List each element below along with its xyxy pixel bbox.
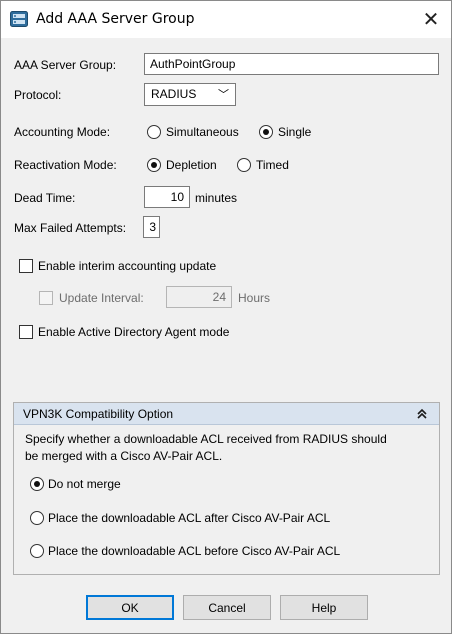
accounting-simultaneous-label: Simultaneous <box>166 125 239 139</box>
vpn3k-panel-header[interactable]: VPN3K Compatibility Option <box>14 403 439 425</box>
acl-before-label: Place the downloadable ACL before Cisco … <box>48 544 341 558</box>
update-interval-input[interactable]: 24 <box>166 286 232 308</box>
dead-time-input[interactable]: 10 <box>144 186 190 208</box>
interim-update-checkbox[interactable] <box>19 259 33 273</box>
acl-after-label: Place the downloadable ACL after Cisco A… <box>48 511 331 525</box>
vpn3k-panel-title: VPN3K Compatibility Option <box>23 407 174 421</box>
help-button[interactable]: Help <box>280 595 368 620</box>
vpn3k-compatibility-panel: VPN3K Compatibility Option Specify wheth… <box>13 402 440 575</box>
aaa-server-group-icon <box>10 11 28 27</box>
collapse-up-icon[interactable] <box>414 406 430 422</box>
server-group-input[interactable]: AuthPointGroup <box>144 53 439 75</box>
accounting-mode-label: Accounting Mode: <box>14 125 111 139</box>
title-bar: Add AAA Server Group ✕ <box>1 1 451 38</box>
window-title: Add AAA Server Group <box>36 11 195 27</box>
reactivation-timed-label: Timed <box>256 158 289 172</box>
dead-time-unit: minutes <box>195 191 238 205</box>
protocol-select[interactable]: RADIUS ﹀ <box>144 83 236 106</box>
ok-button[interactable]: OK <box>86 595 174 620</box>
vpn3k-description-line-2: be merged with a Cisco AV-Pair ACL. <box>25 449 223 463</box>
acl-before-radio[interactable] <box>30 544 44 558</box>
chevron-down-icon: ﹀ <box>218 88 229 101</box>
ad-agent-mode-label: Enable Active Directory Agent mode <box>38 325 230 339</box>
max-failed-attempts-label: Max Failed Attempts: <box>14 221 127 235</box>
vpn3k-description-line-1: Specify whether a downloadable ACL recei… <box>25 432 387 446</box>
acl-after-radio[interactable] <box>30 511 44 525</box>
reactivation-depletion-radio[interactable] <box>147 158 161 172</box>
close-button[interactable]: ✕ <box>415 5 447 33</box>
do-not-merge-radio[interactable] <box>30 477 44 491</box>
interim-update-label: Enable interim accounting update <box>38 259 217 273</box>
cancel-button[interactable]: Cancel <box>183 595 271 620</box>
protocol-label: Protocol: <box>14 88 62 102</box>
server-group-label: AAA Server Group: <box>14 58 117 72</box>
dead-time-label: Dead Time: <box>14 191 76 205</box>
ad-agent-mode-checkbox[interactable] <box>19 325 33 339</box>
accounting-single-radio[interactable] <box>259 125 273 139</box>
accounting-single-label: Single <box>278 125 312 139</box>
reactivation-timed-radio[interactable] <box>237 158 251 172</box>
update-interval-checkbox[interactable] <box>39 291 53 305</box>
add-aaa-server-group-dialog: Add AAA Server Group ✕ AAA Server Group:… <box>0 0 452 634</box>
reactivation-depletion-label: Depletion <box>166 158 217 172</box>
max-failed-attempts-input[interactable]: 3 <box>143 216 160 238</box>
accounting-simultaneous-radio[interactable] <box>147 125 161 139</box>
close-icon: ✕ <box>422 7 440 31</box>
protocol-selected-value: RADIUS <box>151 87 197 101</box>
update-interval-label: Update Interval: <box>59 291 144 305</box>
reactivation-mode-label: Reactivation Mode: <box>14 158 117 172</box>
update-interval-unit: Hours <box>238 291 271 305</box>
do-not-merge-label: Do not merge <box>48 477 121 491</box>
